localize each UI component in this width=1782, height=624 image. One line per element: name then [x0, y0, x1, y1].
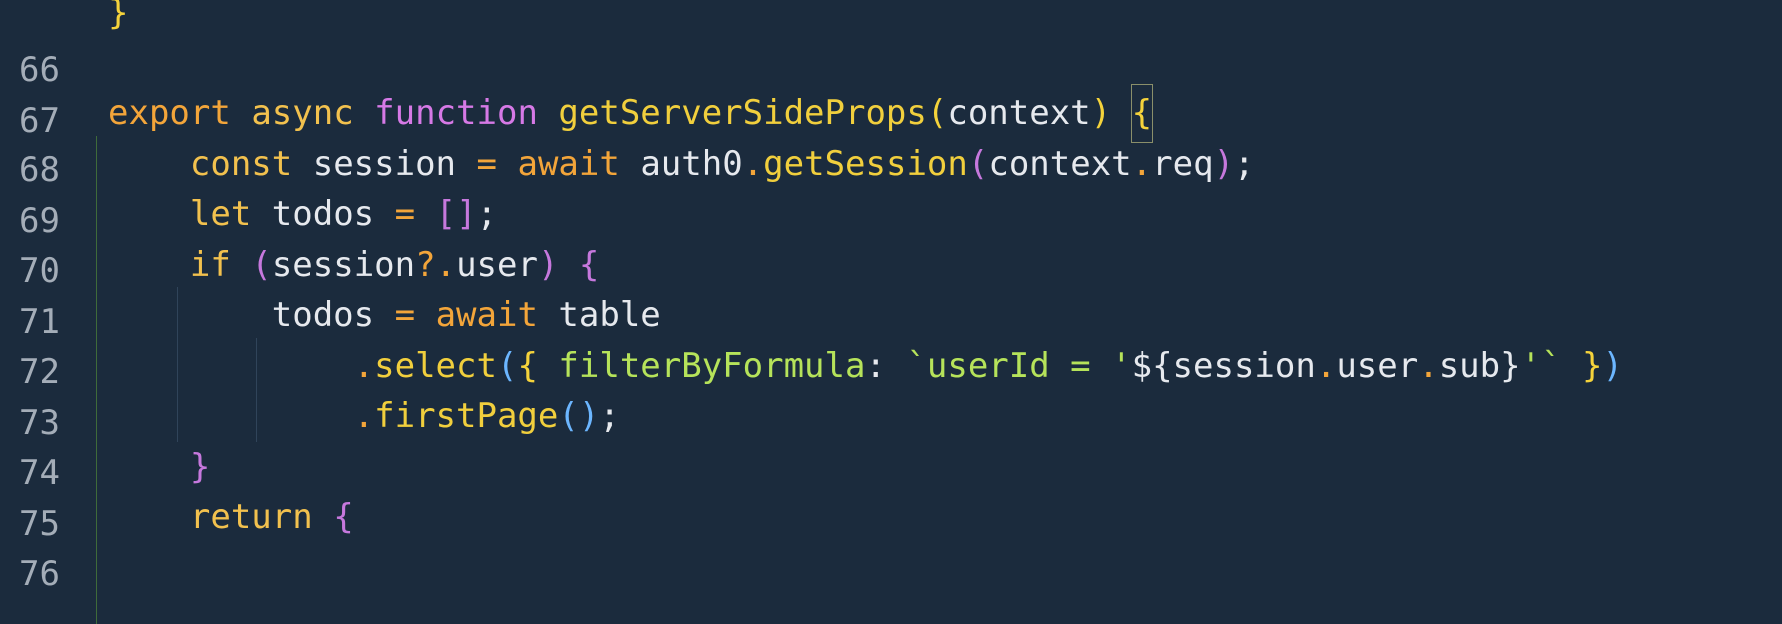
code-editor[interactable]: 66 } 67 68 export async function getServ…: [0, 0, 1782, 624]
code-line-71[interactable]: 71 if (session?.user) {: [0, 237, 1782, 342]
code-line-75[interactable]: 75 }: [0, 439, 1782, 544]
token-brace: {: [578, 245, 600, 285]
token-paren: (): [558, 396, 600, 436]
token-paren: (: [251, 245, 272, 285]
token-identifier: table: [558, 295, 661, 335]
token-identifier: todos: [271, 194, 375, 234]
token-keyword: function: [374, 93, 538, 133]
code-line-68[interactable]: 68 export async function getServerSidePr…: [0, 84, 1782, 190]
token-dot: .: [1315, 346, 1337, 386]
token-brace: }: [108, 0, 129, 33]
token-identifier: todos: [271, 295, 375, 335]
code-line-76[interactable]: 76 return {: [0, 489, 1782, 594]
token-operator: =: [394, 194, 416, 234]
token-function-name: getServerSideProps: [558, 93, 927, 133]
token-brace: {: [333, 497, 354, 537]
code-line-69[interactable]: 69 const session = await auth0.getSessio…: [0, 136, 1782, 241]
token-keyword: await: [517, 144, 620, 184]
token-operator: =: [394, 295, 416, 335]
code-line-73[interactable]: 73 .select({ filterByFormula: `userId = …: [0, 338, 1782, 443]
token-array-literal: []: [435, 194, 477, 234]
token-property: user: [1336, 346, 1419, 386]
token-semicolon: ;: [599, 396, 620, 436]
token-identifier: auth0: [640, 144, 743, 184]
line-number: 76: [19, 554, 60, 594]
token-identifier: session: [1172, 346, 1316, 386]
token-dot: .: [742, 144, 764, 184]
token-paren: ): [1090, 93, 1112, 133]
token-keyword: if: [189, 245, 231, 285]
token-keyword: async: [251, 93, 354, 133]
token-brace: }: [1582, 346, 1603, 386]
token-method: select: [374, 346, 497, 386]
code-line-72[interactable]: 72 todos = await table: [0, 287, 1782, 392]
token-dot: .: [353, 396, 375, 436]
token-template-string: `userId = ': [906, 346, 1132, 386]
token-keyword: export: [108, 93, 231, 133]
token-dot: .: [1131, 144, 1153, 184]
token-optional-chain: ?.: [415, 245, 457, 285]
token-identifier: session: [312, 144, 457, 184]
token-colon: :: [865, 346, 886, 386]
token-keyword: await: [435, 295, 538, 335]
token-brace-matched: {: [1130, 84, 1154, 143]
token-paren: ): [537, 245, 559, 285]
token-keyword: return: [189, 497, 313, 537]
code-line-74[interactable]: 74 .firstPage();: [0, 388, 1782, 493]
token-identifier: context: [988, 144, 1132, 184]
token-dot: .: [1418, 346, 1439, 386]
token-paren: ): [1213, 144, 1235, 184]
token-dot: .: [353, 346, 375, 386]
token-interpolation: ${: [1131, 346, 1173, 386]
token-interpolation: }: [1500, 346, 1521, 386]
token-property: req: [1152, 144, 1214, 184]
token-keyword: let: [189, 194, 252, 234]
token-param: context: [947, 93, 1091, 133]
token-property: user: [456, 245, 538, 285]
token-property: sub: [1438, 346, 1501, 386]
token-paren: (: [967, 144, 989, 184]
token-paren: (: [926, 93, 948, 133]
token-semicolon: ;: [1234, 144, 1255, 184]
code-line-70[interactable]: 70 let todos = [];: [0, 186, 1782, 291]
token-identifier: session: [271, 245, 416, 285]
token-paren: ): [1602, 346, 1624, 386]
token-keyword: const: [189, 144, 293, 184]
token-method: getSession: [763, 144, 968, 184]
token-method: firstPage: [374, 396, 559, 436]
token-brace: }: [189, 447, 211, 487]
token-paren: (: [496, 346, 518, 386]
token-operator: =: [476, 144, 497, 184]
token-semicolon: ;: [476, 194, 498, 234]
token-template-string: '`: [1520, 346, 1562, 386]
token-object-key: filterByFormula: [558, 346, 866, 386]
token-brace: {: [517, 346, 538, 386]
